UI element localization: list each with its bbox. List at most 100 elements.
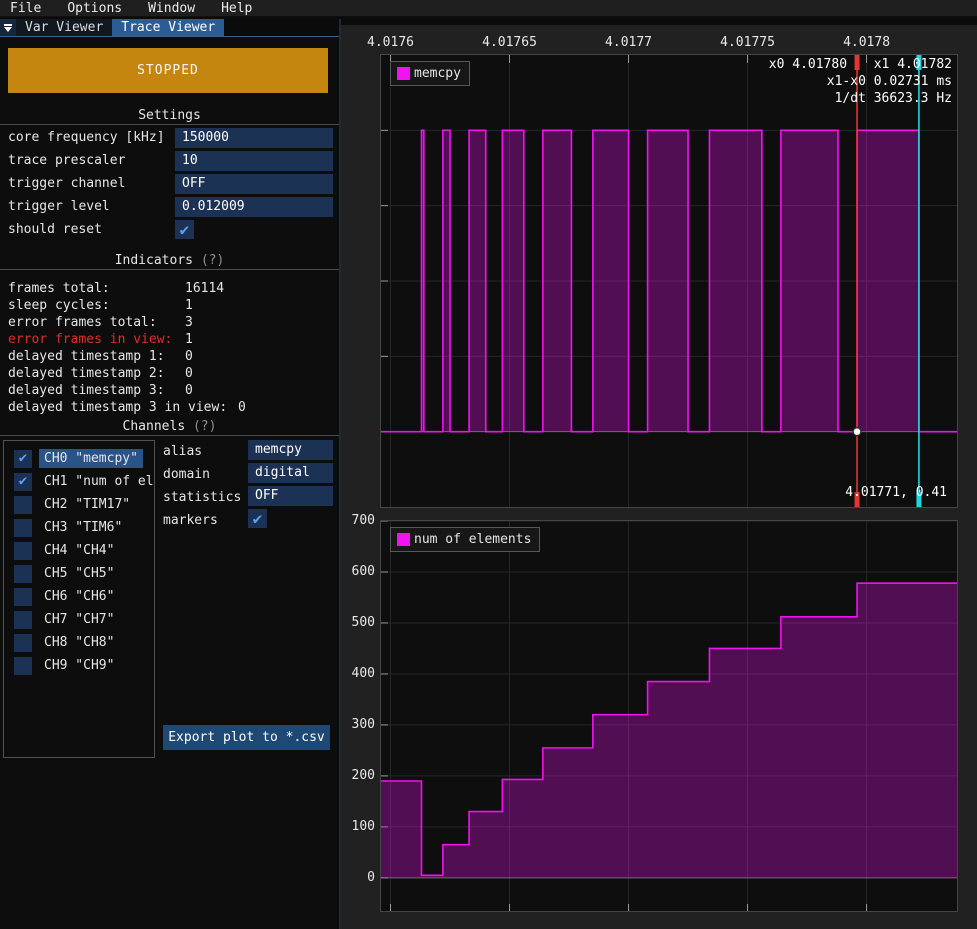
- indicator-value: 0: [185, 382, 193, 399]
- plot-panel: 4.01764.017654.01774.017754.0178 memcpy …: [341, 25, 977, 929]
- trace-settings-panel: STOPPED Settings core frequency [kHz]150…: [0, 37, 339, 929]
- marker-freq-readout: 1/dt 36623.3 Hz: [835, 91, 952, 107]
- indicator-value: 1: [185, 331, 193, 348]
- menu-item-options[interactable]: Options: [67, 1, 122, 16]
- help-icon[interactable]: (?): [193, 419, 216, 434]
- channel-label-ch2[interactable]: CH2 "TIM17": [39, 495, 135, 514]
- y-axis-tick-label: 600: [341, 565, 375, 579]
- domain-select[interactable]: digital: [248, 463, 333, 483]
- marker-x0-line-handle-top[interactable]: [855, 55, 860, 70]
- menu-item-window[interactable]: Window: [148, 1, 195, 16]
- trigger-level-label: trigger level: [8, 197, 110, 217]
- legend-swatch: [397, 67, 410, 80]
- channel-checkbox-ch6[interactable]: [14, 588, 32, 606]
- trigger-level-input[interactable]: 0.012009: [175, 197, 333, 217]
- y-axis-tick-label: 700: [341, 514, 375, 528]
- y-axis-tick-label: 100: [341, 820, 375, 834]
- indicator-value: 3: [185, 314, 193, 331]
- channel-checkbox-ch3[interactable]: [14, 519, 32, 537]
- help-icon[interactable]: (?): [201, 253, 224, 268]
- markers-checkbox[interactable]: ✔: [248, 509, 267, 528]
- channel-label-ch9[interactable]: CH9 "CH9": [39, 656, 119, 675]
- channel-checkbox-ch7[interactable]: [14, 611, 32, 629]
- should-reset-label: should reset: [8, 220, 102, 240]
- channel-checkbox-ch2[interactable]: [14, 496, 32, 514]
- trigger-channel-label: trigger channel: [8, 174, 125, 194]
- x-axis-tick-label: 4.0176: [367, 35, 414, 50]
- memcpy-legend[interactable]: memcpy: [390, 61, 470, 86]
- channel-row-ch4[interactable]: CH4 "CH4": [14, 539, 155, 562]
- statistics-label: statistics: [163, 488, 241, 508]
- x-axis-tick-label: 4.01765: [482, 35, 537, 50]
- trace-prescaler-input[interactable]: 10: [175, 151, 333, 171]
- check-icon: ✔: [19, 472, 27, 491]
- channel-row-ch0[interactable]: ✔ CH0 "memcpy": [14, 447, 155, 470]
- y-axis-tick-label: 0: [341, 871, 375, 885]
- indicator-value: 16114: [185, 280, 224, 297]
- indicator-row: error frames total:3: [0, 314, 339, 331]
- channel-row-ch5[interactable]: CH5 "CH5": [14, 562, 155, 585]
- cursor-dot: [853, 428, 861, 436]
- menu-item-help[interactable]: Help: [221, 1, 252, 16]
- channel-row-ch3[interactable]: CH3 "TIM6": [14, 516, 155, 539]
- indicator-label: delayed timestamp 1:: [8, 348, 165, 365]
- trigger-channel-input[interactable]: OFF: [175, 174, 333, 194]
- channel-checkbox-ch8[interactable]: [14, 634, 32, 652]
- channel-row-ch8[interactable]: CH8 "CH8": [14, 631, 155, 654]
- x-axis-tick-label: 4.0178: [843, 35, 890, 50]
- indicator-label: frames total:: [8, 280, 110, 297]
- menu-item-file[interactable]: File: [10, 1, 41, 16]
- channel-checkbox-ch1[interactable]: ✔: [14, 473, 32, 491]
- tab-trace-viewer[interactable]: Trace Viewer: [112, 19, 224, 36]
- channel-checkbox-ch0[interactable]: ✔: [14, 450, 32, 468]
- should-reset-checkbox[interactable]: ✔: [175, 220, 194, 239]
- memcpy-plot-canvas[interactable]: [381, 55, 957, 507]
- core-frequency-input[interactable]: 150000: [175, 128, 333, 148]
- channel-label-ch8[interactable]: CH8 "CH8": [39, 633, 119, 652]
- channel-label-ch6[interactable]: CH6 "CH6": [39, 587, 119, 606]
- alias-input[interactable]: memcpy: [248, 440, 333, 460]
- tab-bar: Var Viewer Trace Viewer: [0, 19, 339, 36]
- legend-label: num of elements: [414, 532, 531, 547]
- export-csv-button[interactable]: Export plot to *.csv: [163, 725, 330, 750]
- num-of-elements-plot-canvas[interactable]: [381, 521, 957, 911]
- channel-row-ch7[interactable]: CH7 "CH7": [14, 608, 155, 631]
- statistics-select[interactable]: OFF: [248, 486, 333, 506]
- mouse-position-readout: 4.01771, 0.41: [845, 485, 947, 501]
- num-of-elements-legend[interactable]: num of elements: [390, 527, 540, 552]
- channel-checkbox-ch5[interactable]: [14, 565, 32, 583]
- tab-var-viewer[interactable]: Var Viewer: [16, 19, 112, 36]
- channel-label-ch5[interactable]: CH5 "CH5": [39, 564, 119, 583]
- channel-row-ch9[interactable]: CH9 "CH9": [14, 654, 155, 677]
- indicator-value: 0: [238, 399, 246, 416]
- channels-section-title: Channels (?): [0, 419, 339, 434]
- collapse-bar: [4, 24, 12, 26]
- divider: [0, 435, 339, 436]
- window-collapse-icon[interactable]: [0, 19, 16, 36]
- channel-label-ch4[interactable]: CH4 "CH4": [39, 541, 119, 560]
- channel-checkbox-ch9[interactable]: [14, 657, 32, 675]
- num-of-elements-plot[interactable]: num of elements: [380, 520, 958, 912]
- channel-row-ch6[interactable]: CH6 "CH6": [14, 585, 155, 608]
- settings-section-title: Settings: [0, 108, 339, 123]
- indicator-row: sleep cycles:1: [0, 297, 339, 314]
- y-axis-tick-label: 400: [341, 667, 375, 681]
- channel-checkbox-ch4[interactable]: [14, 542, 32, 560]
- markers-label: markers: [163, 511, 218, 531]
- channel-label-ch0[interactable]: CH0 "memcpy": [39, 449, 143, 468]
- indicators-section-title: Indicators (?): [0, 253, 339, 268]
- x-axis-tick-label: 4.0177: [605, 35, 652, 50]
- stopped-button[interactable]: STOPPED: [8, 48, 328, 93]
- channel-label-ch3[interactable]: CH3 "TIM6": [39, 518, 127, 537]
- num-of-elements-series-fill: [381, 583, 957, 878]
- memcpy-plot[interactable]: memcpy x0 4.01780 x1 4.01782 x1-x0 0.027…: [380, 54, 958, 508]
- trigger-level-row: trigger level 0.012009: [0, 197, 339, 217]
- divider: [0, 269, 339, 270]
- channel-row-ch1[interactable]: ✔ CH1 "num of elements": [14, 470, 155, 493]
- channel-label-ch7[interactable]: CH7 "CH7": [39, 610, 119, 629]
- indicator-label: error frames in view:: [8, 331, 172, 348]
- channel-row-ch2[interactable]: CH2 "TIM17": [14, 493, 155, 516]
- check-icon: ✔: [253, 509, 263, 528]
- indicator-label: delayed timestamp 3 in view:: [8, 399, 227, 416]
- channel-label-ch1[interactable]: CH1 "num of elements": [39, 472, 155, 491]
